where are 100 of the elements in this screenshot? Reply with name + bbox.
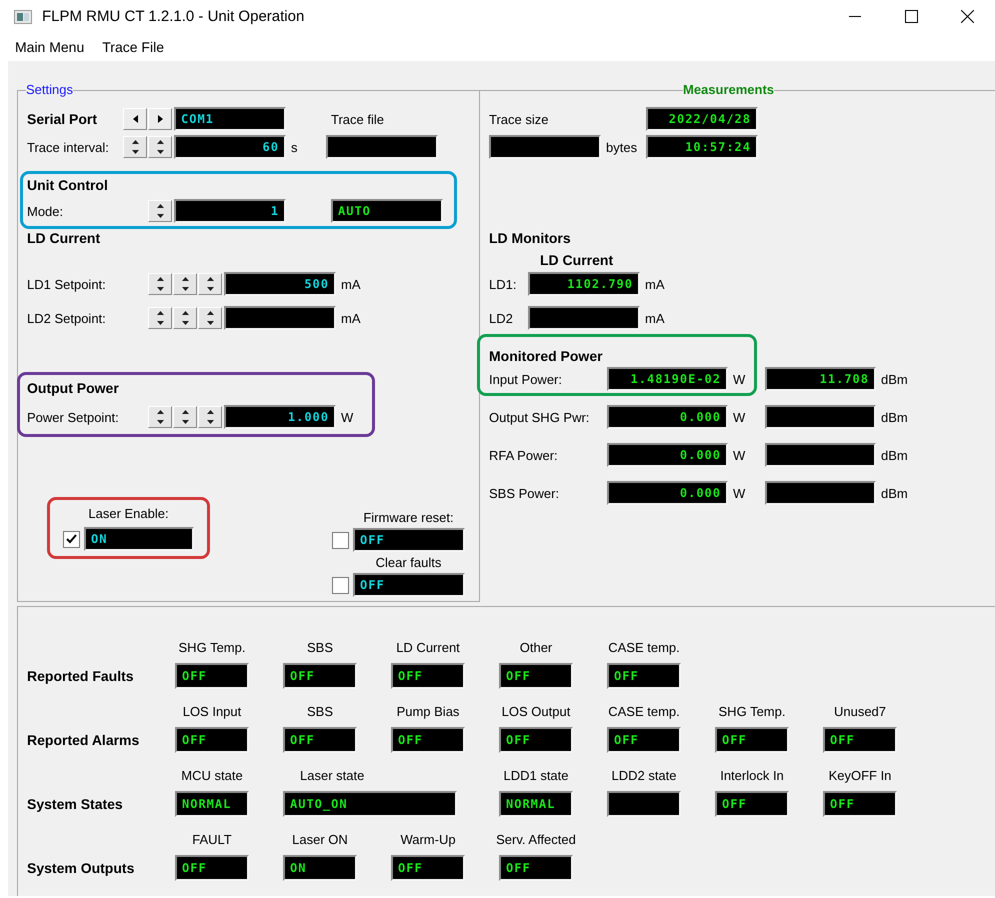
panel-legend: Settings: [26, 82, 73, 98]
down-arrow-icon: [156, 150, 164, 154]
label: W: [733, 448, 746, 462]
spinner-button[interactable]: [173, 273, 197, 295]
label: LDD2 state: [610, 768, 678, 784]
down-arrow-icon: [182, 420, 188, 424]
checkmark-icon: [66, 534, 77, 544]
label: LD Current: [395, 640, 461, 656]
checkbox[interactable]: [332, 532, 349, 548]
label: CASE temp.: [607, 704, 681, 720]
label: Serv. Affected: [495, 832, 577, 848]
up-arrow-icon: [206, 277, 214, 281]
value-display: OFF: [715, 791, 789, 817]
value-display: ON: [283, 855, 357, 881]
label: LDD1 state: [502, 768, 570, 784]
value-display: OFF: [823, 727, 897, 753]
value-display: 1102.790: [528, 272, 640, 296]
spinner-button[interactable]: [148, 307, 172, 329]
spinner-button[interactable]: [173, 307, 197, 329]
spinner-button[interactable]: [198, 307, 222, 329]
app-icon: [14, 10, 32, 24]
checkbox[interactable]: [63, 530, 80, 548]
down-arrow-icon: [156, 420, 164, 424]
value-display: NORMAL: [175, 791, 249, 817]
value-display: 500: [224, 272, 336, 296]
panel-legend: Measurements: [683, 82, 774, 98]
value-display: COM1: [174, 107, 286, 131]
up-arrow-icon: [156, 410, 164, 414]
spinner-button[interactable]: [148, 200, 172, 222]
label: LD2: [489, 310, 514, 326]
section-title: Monitored Power: [489, 347, 604, 365]
up-arrow-icon: [182, 277, 188, 281]
left-arrow-icon: [132, 115, 138, 123]
label: FAULT: [191, 832, 233, 848]
label: LOS Output: [500, 704, 572, 720]
row-title: System Outputs: [27, 859, 136, 878]
section-title: Output Power: [27, 379, 120, 398]
spinner-button[interactable]: [148, 136, 172, 158]
value-display: OFF: [391, 663, 465, 689]
spinner-button[interactable]: [148, 273, 172, 295]
right-arrow-button[interactable]: [148, 108, 172, 130]
label: mA: [341, 310, 360, 326]
down-arrow-icon: [156, 214, 164, 218]
down-arrow-icon: [206, 321, 214, 325]
label: dBm: [881, 410, 908, 424]
label: Mode:: [27, 204, 64, 218]
label: KeyOFF In: [828, 768, 892, 784]
value-display: OFF: [283, 727, 357, 753]
up-arrow-icon: [132, 140, 138, 144]
up-arrow-icon: [206, 410, 214, 414]
value-display: 2022/04/28: [646, 107, 758, 131]
checkbox[interactable]: [332, 576, 349, 594]
up-arrow-icon: [156, 204, 164, 208]
label: W: [733, 410, 746, 424]
spinner-button[interactable]: [148, 406, 172, 428]
label: Input Power:: [489, 372, 563, 386]
up-arrow-icon: [182, 311, 188, 315]
value-display: OFF: [175, 727, 249, 753]
spinner-button[interactable]: [123, 136, 147, 158]
menu-item[interactable]: Trace File: [102, 39, 164, 55]
value-display: 1.48190E-02: [607, 367, 728, 391]
label: dBm: [881, 448, 908, 462]
value-display: 1: [174, 199, 286, 223]
label: Trace file: [331, 112, 385, 126]
spinner-button[interactable]: [173, 406, 197, 428]
value-display: OFF: [499, 727, 573, 753]
label: Warm-Up: [399, 832, 457, 848]
label: Laser ON: [291, 832, 349, 848]
label: Firmware reset:: [362, 510, 455, 526]
label: W: [341, 410, 354, 424]
label: W: [733, 486, 746, 500]
value-display: 10:57:24: [646, 135, 758, 159]
value-display: 0.000: [607, 481, 728, 505]
up-arrow-icon: [156, 140, 164, 144]
label: W: [733, 372, 746, 386]
spinner-button[interactable]: [198, 273, 222, 295]
label: Unused7: [832, 704, 888, 720]
label: SHG Temp.: [178, 640, 246, 656]
label: Interlock In: [719, 768, 785, 784]
label: bytes: [606, 140, 638, 154]
spinner-button[interactable]: [198, 406, 222, 428]
value-display: ON: [84, 527, 194, 551]
menu-item[interactable]: Main Menu: [15, 39, 84, 55]
value-display: OFF: [823, 791, 897, 817]
label: Output SHG Pwr:: [489, 410, 590, 424]
left-arrow-button[interactable]: [123, 108, 147, 130]
value-display: NORMAL: [499, 791, 573, 817]
row-title: Reported Alarms: [27, 731, 140, 750]
value-display: 1.000: [224, 405, 336, 429]
label: CASE temp.: [607, 640, 681, 656]
label: mA: [645, 276, 664, 292]
value-display: 0.000: [607, 443, 728, 467]
label: LD1 Setpoint:: [27, 276, 107, 292]
label: LD2 Setpoint:: [27, 310, 107, 326]
label: s: [291, 140, 298, 154]
label: RFA Power:: [489, 448, 559, 462]
value-display: OFF: [353, 573, 465, 597]
value-display: OFF: [499, 663, 573, 689]
value-display: OFF: [283, 663, 357, 689]
row-title: System States: [27, 795, 124, 814]
